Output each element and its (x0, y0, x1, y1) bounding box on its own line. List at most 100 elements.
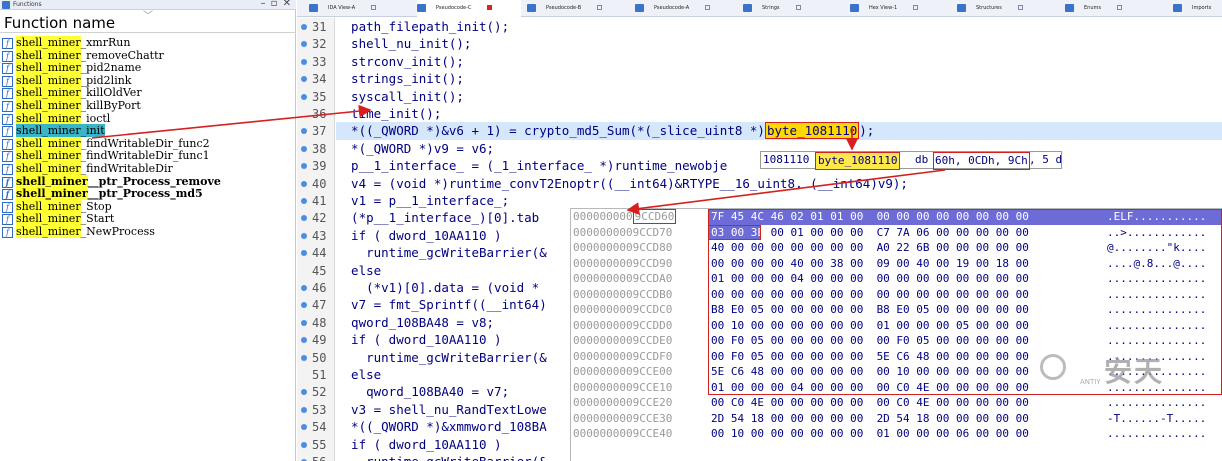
line-number-text: 34 (312, 72, 327, 87)
tab-strings[interactable]: Strings (743, 0, 847, 17)
tab-bar: IDA View-A Pseudocode-C Pseudocode-B Pseudo… (297, 0, 1222, 17)
tab-close-icon[interactable] (913, 5, 919, 10)
breakpoint-dot-icon[interactable] (301, 24, 307, 30)
function-name-suffix: _killOldVer (80, 86, 142, 100)
breakpoint-dot-icon[interactable] (301, 250, 307, 257)
hex-address-offset: 9CCE30 (632, 411, 673, 425)
breakpoint-dot-icon[interactable] (301, 337, 307, 344)
tab-enums[interactable]: Enums (1065, 0, 1169, 17)
function-name-prefix: shell_miner (16, 174, 88, 188)
tab-close-icon[interactable] (597, 5, 603, 10)
breakpoint-dot-icon[interactable] (301, 76, 307, 83)
hex-bytes: 2D 54 18 00 00 00 00 00 2D 54 18 00 00 0… (711, 411, 1029, 425)
function-name-header-label: Function name (4, 14, 116, 32)
hex-row[interactable]: 0000000009CCE40 00 10 00 00 00 00 00 00 0… (571, 426, 1222, 442)
tab-hex-view-1[interactable]: Hex View-1 (850, 0, 954, 17)
hex-row[interactable]: 0000000009CCE20 00 C0 4E 00 00 00 00 00 0… (571, 395, 1222, 411)
function-name-suffix: _findWritableDir_func1 (80, 149, 210, 163)
tab-close-icon[interactable] (1017, 5, 1023, 10)
code-line[interactable]: shell_nu_init(); (336, 35, 1222, 53)
function-name-suffix: _pid2link (80, 73, 132, 87)
tooltip-address: 1081110 (763, 153, 810, 166)
hex-address: 0000000009CCE00 (573, 364, 672, 380)
line-number: 36 (297, 105, 335, 123)
tab-close-icon[interactable] (487, 5, 493, 10)
functions-title: Functions (13, 1, 42, 8)
function-name-prefix: shell_miner (16, 86, 81, 100)
tab-pseudocode-c[interactable]: Pseudocode-C (417, 0, 521, 17)
function-item[interactable]: f shell_miner_NewProcess (0, 224, 296, 239)
function-name-column-header[interactable]: ﹀ Function name (0, 11, 296, 33)
tab-close-icon[interactable] (795, 5, 801, 10)
hex-address-offset: 9CCE20 (632, 396, 673, 409)
code-line[interactable]: syscall_init(); (336, 88, 1222, 106)
breakpoint-dot-icon[interactable] (301, 58, 307, 65)
breakpoint-dot-icon[interactable] (301, 145, 307, 152)
line-number: 49 (297, 331, 335, 349)
tab-ida-view-a[interactable]: IDA View-A (309, 0, 413, 17)
breakpoint-dot-icon[interactable] (301, 441, 307, 448)
breakpoint-dot-icon[interactable] (301, 232, 307, 239)
code-line[interactable]: strings_init(); (336, 70, 1222, 88)
breakpoint-dot-icon[interactable] (301, 319, 307, 326)
breakpoint-dot-icon[interactable] (301, 285, 307, 291)
function-name-prefix: shell_miner (16, 199, 81, 213)
highlighted-symbol[interactable]: byte_1081110 (764, 122, 860, 140)
function-item[interactable]: f shell_miner__ptr_Process_md5 (0, 187, 296, 201)
line-number-text: 46 (312, 281, 327, 295)
tab-structures[interactable]: Structures (957, 0, 1061, 17)
tab-close-icon[interactable] (1116, 5, 1122, 10)
hex-address-prefix: 000000000 (573, 318, 633, 332)
breakpoint-dot-icon[interactable] (301, 41, 307, 48)
code-line[interactable]: time_init(); (336, 105, 1222, 123)
breakpoint-dot-icon[interactable] (301, 406, 307, 413)
breakpoint-dot-icon[interactable] (301, 93, 307, 100)
hex-row[interactable]: 0000000009CCE30 2D 54 18 00 00 00 00 00 2… (571, 411, 1222, 427)
tab-icon (635, 3, 644, 12)
breakpoint-dot-icon[interactable] (301, 180, 307, 187)
tab-pseudocode-b[interactable]: Pseudocode-B (527, 0, 631, 17)
breakpoint-dot-icon[interactable] (301, 215, 307, 222)
line-number-text: 55 (312, 437, 327, 452)
hex-address: 0000000009CCE40 (573, 426, 672, 442)
tab-close-icon[interactable] (705, 5, 711, 10)
code-line[interactable]: strconv_init(); (336, 53, 1222, 71)
line-number-text: 40 (312, 176, 327, 191)
tab-close-icon[interactable] (371, 5, 377, 10)
breakpoint-dot-icon[interactable] (301, 389, 307, 396)
window-controls[interactable]: – ▫ ✕ (260, 0, 292, 9)
function-item[interactable]: f shell_miner_killByPort (0, 98, 296, 113)
hex-address: 0000000009CCE20 (573, 395, 672, 411)
tab-label: Hex View-1 (869, 5, 898, 11)
hex-address: 0000000009CCDF0 (573, 349, 672, 365)
tooltip-value-tail: , 5 d (1029, 153, 1063, 166)
line-number: 37 (297, 122, 335, 140)
hex-bytes: 00 10 00 00 00 00 00 00 01 00 00 00 06 0… (711, 427, 1029, 440)
breakpoint-dot-icon[interactable] (301, 198, 307, 204)
breakpoint-dot-icon[interactable] (301, 302, 307, 309)
tab-imports[interactable]: Imports (1173, 0, 1222, 17)
hex-address-prefix: 000000000 (573, 427, 633, 440)
code-line[interactable]: *((_QWORD *)&v6 + 1) = crypto_md5_Sum(*(… (336, 122, 1222, 141)
hex-address-offset: 9CCE40 (632, 427, 673, 440)
hex-address-prefix: 000000000 (573, 287, 633, 301)
hex-address-prefix: 000000000 (573, 334, 633, 347)
function-name-prefix: shell_miner (16, 149, 81, 163)
code-text: ); (859, 123, 875, 139)
function-name-suffix: _Start (80, 212, 115, 226)
tab-pseudocode-a[interactable]: Pseudocode-A (635, 0, 739, 17)
tab-icon (850, 3, 859, 12)
line-number: 45 (297, 262, 335, 280)
breakpoint-dot-icon[interactable] (301, 424, 307, 431)
line-number: 48 (297, 314, 335, 332)
hex-address: 0000000009CCDB0 (573, 287, 672, 303)
code-line[interactable]: path_filepath_init(); (336, 18, 1222, 36)
line-number: 47 (297, 296, 335, 314)
tooltip-symbol-name: byte_1081110 (815, 152, 901, 170)
breakpoint-dot-icon[interactable] (301, 163, 307, 170)
code-line[interactable]: v4 = (void *)runtime_convT2Enoptr((__int… (336, 175, 1222, 193)
function-item[interactable]: f shell_miner_pid2name (0, 61, 296, 75)
function-name-prefix: shell_miner (16, 111, 81, 125)
breakpoint-dot-icon[interactable] (301, 128, 307, 135)
breakpoint-dot-icon[interactable] (301, 354, 307, 361)
